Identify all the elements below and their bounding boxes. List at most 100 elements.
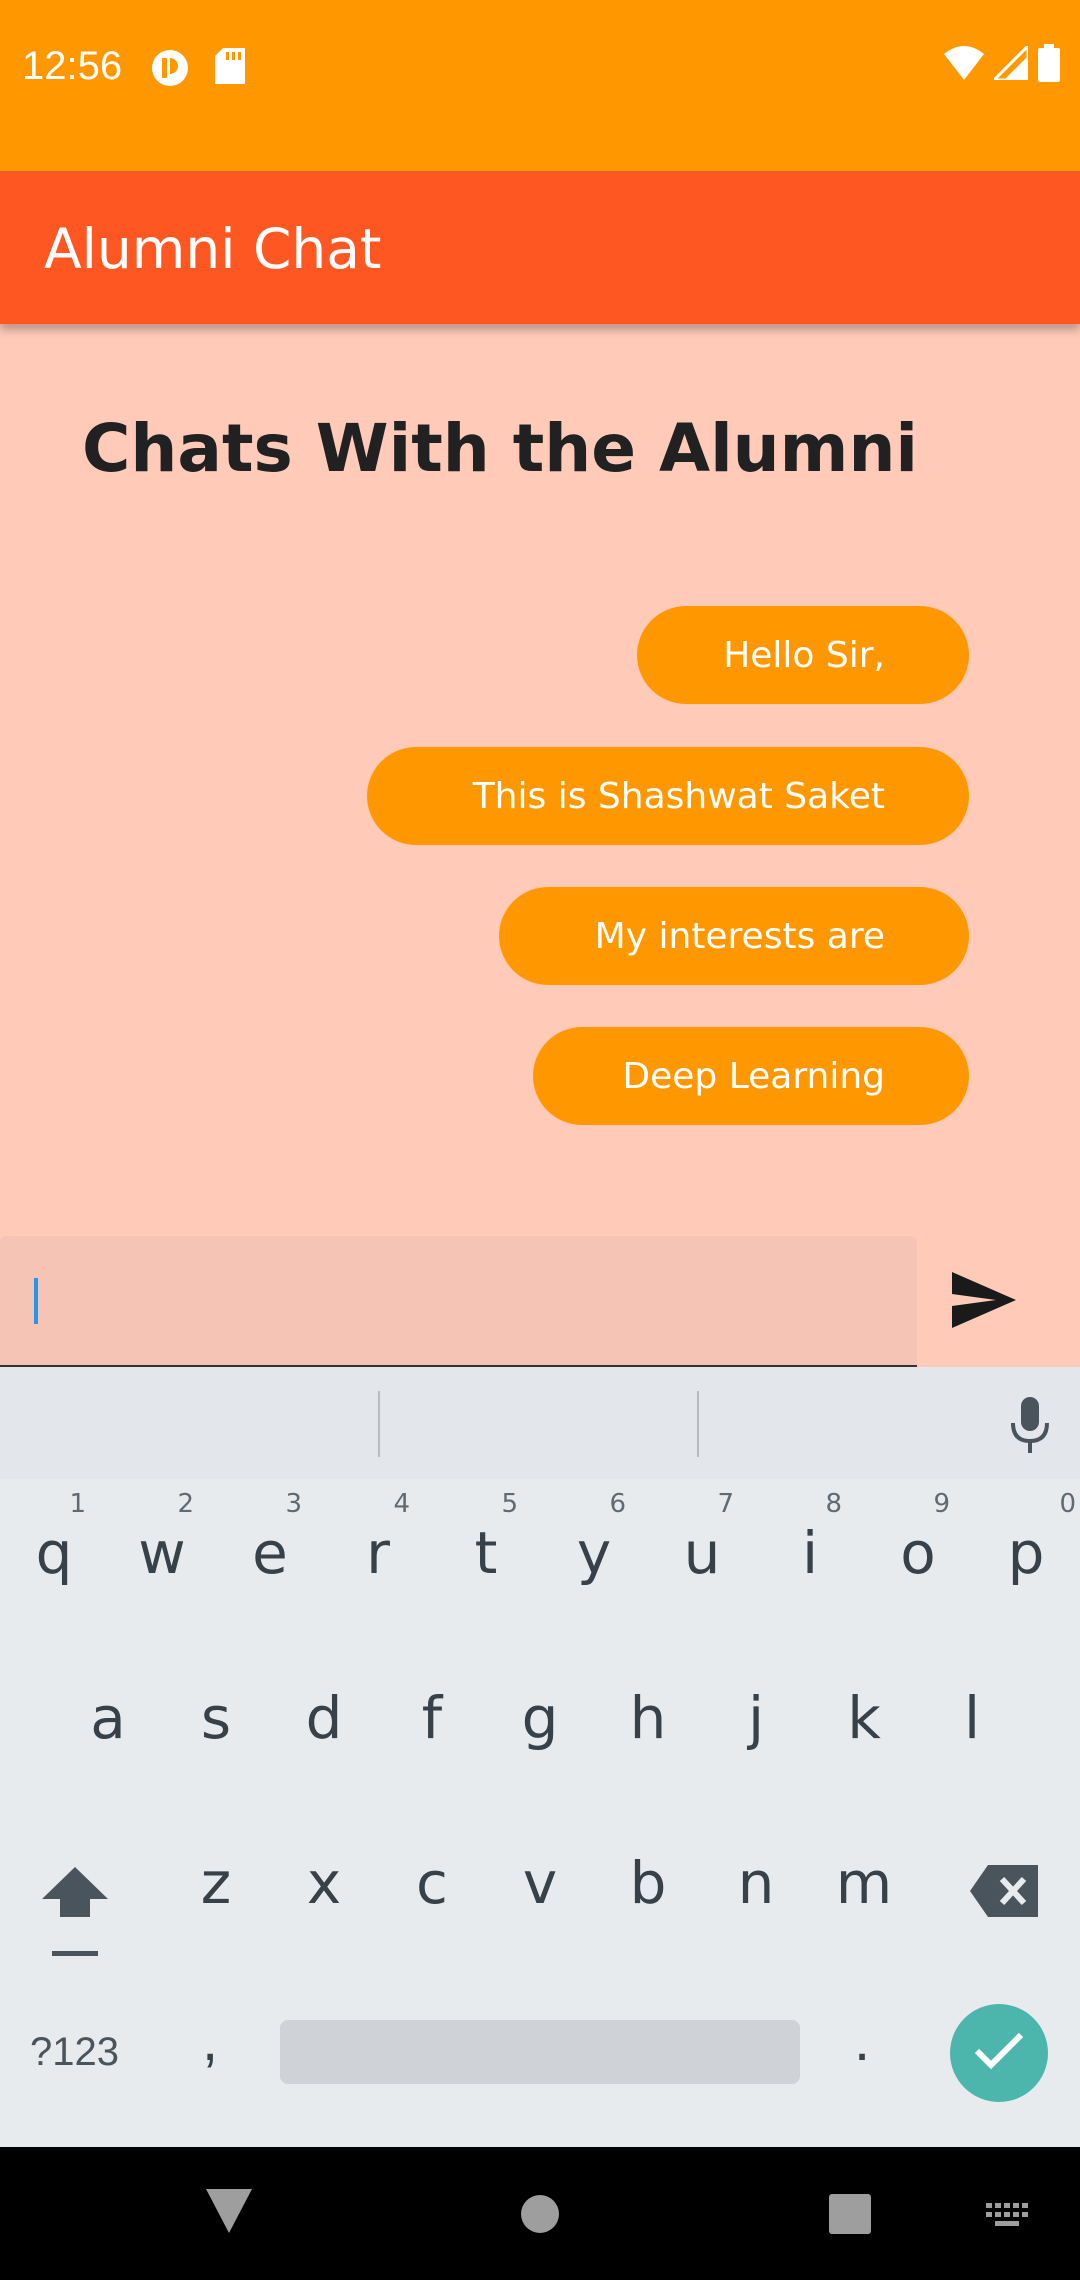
chat-bubble: My interests are xyxy=(499,887,969,985)
wifi-icon xyxy=(944,45,984,85)
key-x[interactable]: x xyxy=(270,1809,378,1949)
message-input[interactable] xyxy=(0,1236,917,1367)
key-label: p xyxy=(1007,1519,1045,1587)
key-s[interactable]: s xyxy=(162,1644,270,1784)
key-label: u xyxy=(683,1519,721,1587)
key-a[interactable]: a xyxy=(54,1644,162,1784)
enter-key[interactable] xyxy=(950,2004,1048,2102)
send-icon xyxy=(948,1272,1020,1336)
key-r[interactable]: 4r xyxy=(324,1479,432,1619)
key-label: a xyxy=(90,1684,126,1752)
keyboard-switch-icon[interactable] xyxy=(986,2203,1028,2232)
key-y[interactable]: 6y xyxy=(540,1479,648,1619)
key-label: t xyxy=(474,1519,498,1587)
key-label: v xyxy=(522,1849,558,1917)
chat-bubble: This is Shashwat Saket xyxy=(367,747,969,845)
key-h[interactable]: h xyxy=(594,1644,702,1784)
key-label: c xyxy=(416,1849,448,1917)
key-k[interactable]: k xyxy=(810,1644,918,1784)
key-label: z xyxy=(200,1849,232,1917)
microphone-icon[interactable] xyxy=(1005,1395,1055,1460)
key-hint: 8 xyxy=(825,1489,842,1519)
key-hint: 3 xyxy=(285,1489,302,1519)
key-label: d xyxy=(305,1684,343,1752)
key-label: m xyxy=(835,1849,893,1917)
text-caret xyxy=(34,1278,38,1324)
key-f[interactable]: f xyxy=(378,1644,486,1784)
key-label: o xyxy=(900,1519,936,1587)
symbols-key[interactable]: ?123 xyxy=(30,2030,119,2075)
key-label: y xyxy=(576,1519,612,1587)
key-label: f xyxy=(421,1684,443,1752)
send-button[interactable] xyxy=(948,1268,1020,1332)
chat-bubble: Deep Learning xyxy=(533,1027,969,1125)
key-label: h xyxy=(629,1684,667,1752)
key-w[interactable]: 2w xyxy=(108,1479,216,1619)
comma-key[interactable]: , xyxy=(202,2007,218,2074)
key-z[interactable]: z xyxy=(162,1809,270,1949)
back-icon[interactable] xyxy=(206,2189,252,2238)
key-hint: 0 xyxy=(1059,1489,1076,1519)
key-hint: 1 xyxy=(69,1489,86,1519)
sd-card-icon xyxy=(215,48,245,89)
key-t[interactable]: 5t xyxy=(432,1479,540,1619)
key-label: b xyxy=(629,1849,667,1917)
app-bar: Alumni Chat xyxy=(0,171,1080,324)
key-hint: 2 xyxy=(177,1489,194,1519)
key-j[interactable]: j xyxy=(702,1644,810,1784)
key-g[interactable]: g xyxy=(486,1644,594,1784)
key-m[interactable]: m xyxy=(810,1809,918,1949)
key-label: g xyxy=(521,1684,559,1752)
recents-icon[interactable] xyxy=(829,2194,871,2239)
key-n[interactable]: n xyxy=(702,1809,810,1949)
key-label: j xyxy=(747,1684,765,1752)
key-label: l xyxy=(963,1684,981,1752)
key-hint: 7 xyxy=(717,1489,734,1519)
chat-bubble: Hello Sir, xyxy=(637,606,969,704)
suggestion-divider xyxy=(697,1391,699,1457)
key-e[interactable]: 3e xyxy=(216,1479,324,1619)
suggestion-divider xyxy=(378,1391,380,1457)
key-label: s xyxy=(200,1684,232,1752)
checkmark-icon xyxy=(973,2031,1025,2076)
key-o[interactable]: 9o xyxy=(864,1479,972,1619)
key-hint: 6 xyxy=(609,1489,626,1519)
key-u[interactable]: 7u xyxy=(648,1479,756,1619)
page-title: Chats With the Alumni xyxy=(82,410,919,487)
status-time: 12:56 xyxy=(22,44,123,88)
navigation-bar xyxy=(0,2147,1080,2280)
space-bar[interactable] xyxy=(280,2020,800,2084)
key-hint: 5 xyxy=(501,1489,518,1519)
shift-icon xyxy=(42,1867,108,1973)
backspace-icon xyxy=(970,1863,1038,1931)
key-label: i xyxy=(801,1519,819,1587)
key-label: q xyxy=(35,1519,73,1587)
key-q[interactable]: 1q xyxy=(0,1479,108,1619)
suggestion-strip xyxy=(0,1367,1080,1479)
shift-key[interactable] xyxy=(20,1809,128,1956)
key-label: r xyxy=(366,1519,390,1587)
period-key[interactable]: . xyxy=(854,2007,870,2074)
key-d[interactable]: d xyxy=(270,1644,378,1784)
key-i[interactable]: 8i xyxy=(756,1479,864,1619)
battery-icon xyxy=(1038,43,1060,87)
key-l[interactable]: l xyxy=(918,1644,1026,1784)
key-label: k xyxy=(847,1684,881,1752)
key-label: x xyxy=(306,1849,342,1917)
backspace-key[interactable] xyxy=(950,1809,1058,1949)
key-label: n xyxy=(737,1849,775,1917)
key-c[interactable]: c xyxy=(378,1809,486,1949)
key-hint: 9 xyxy=(933,1489,950,1519)
key-p[interactable]: 0p xyxy=(972,1479,1080,1619)
home-icon[interactable] xyxy=(520,2194,560,2239)
key-v[interactable]: v xyxy=(486,1809,594,1949)
keyboard: 1q 2w 3e 4r 5t 6y 7u 8i 9o 0p a s d f g … xyxy=(0,1367,1080,2147)
status-bar: 12:56 xyxy=(0,0,1080,171)
key-label: w xyxy=(138,1519,186,1587)
notification-app-icon xyxy=(150,48,190,93)
key-label: e xyxy=(252,1519,288,1587)
app-title: Alumni Chat xyxy=(44,217,382,281)
key-b[interactable]: b xyxy=(594,1809,702,1949)
signal-icon xyxy=(990,41,1030,85)
key-hint: 4 xyxy=(393,1489,410,1519)
